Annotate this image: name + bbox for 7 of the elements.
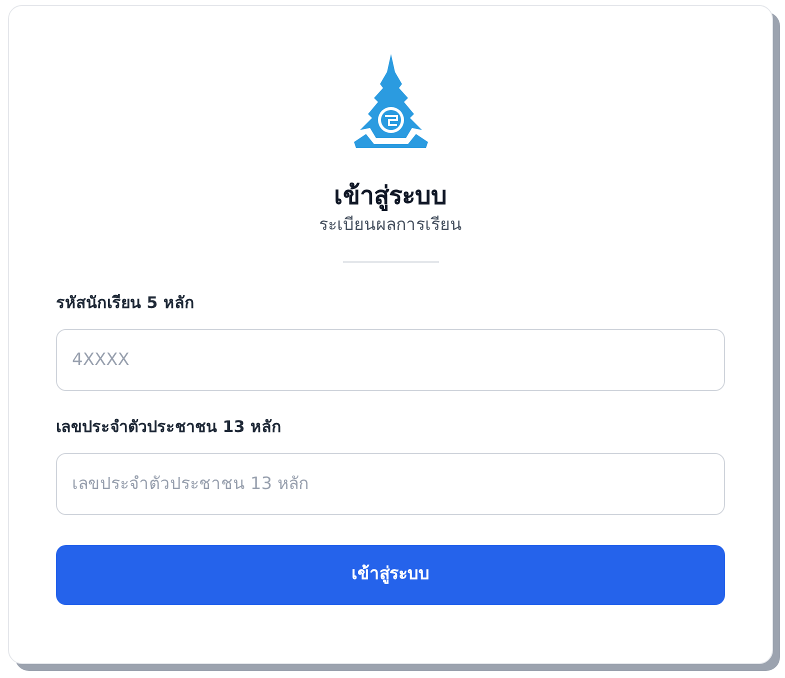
field-label: รหัสนักเรียน 5 หลัก (56, 292, 196, 314)
page-subtitle: ระเบียนผลการเรียน (319, 214, 462, 238)
login-button[interactable]: เข้าสู่ระบบ (56, 544, 725, 605)
field-label: เลขประจำตัวประชาชน 13 หลัก (56, 416, 282, 438)
input-field[interactable]: เลขประจำตัวประชาชน 13 หลัก (56, 452, 725, 515)
page-title: เข้าสู่ระบบ (334, 180, 447, 212)
input-field[interactable]: 4XXXX (56, 328, 725, 391)
